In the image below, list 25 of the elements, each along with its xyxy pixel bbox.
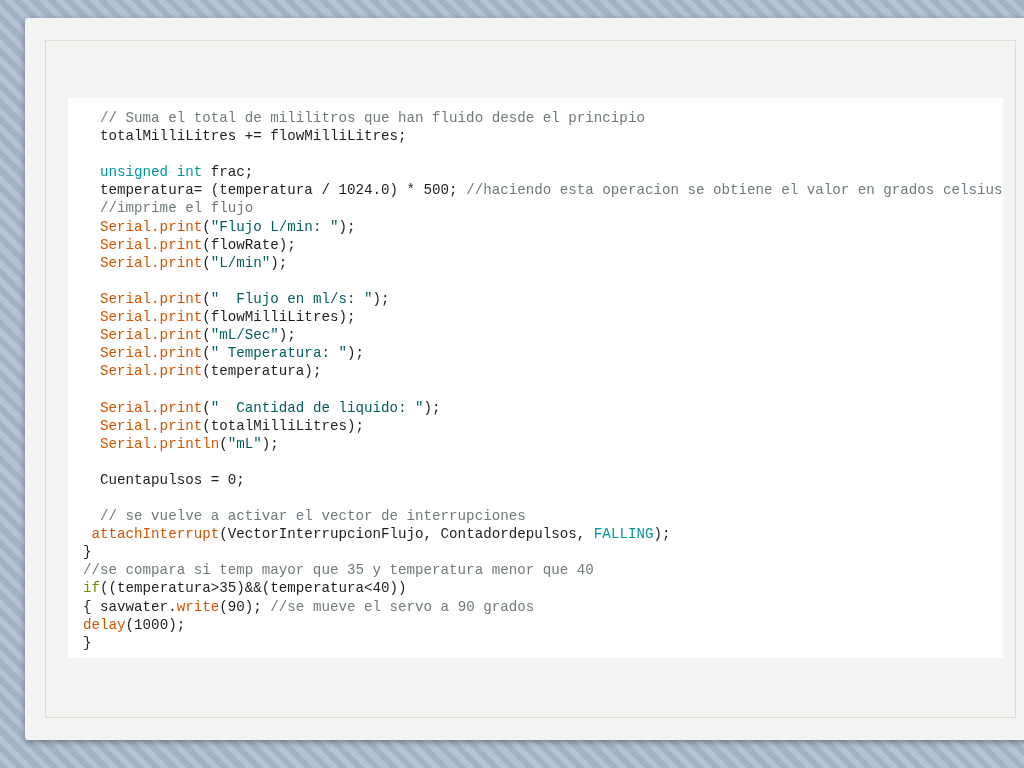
code-line: Cuentapulsos = 0; [99, 470, 246, 489]
code-line: Serial.print(" Cantidad de liquido: "); [99, 398, 442, 417]
code-line: Serial.print(flowRate); [99, 235, 297, 254]
code-line: //imprime el flujo [99, 199, 255, 218]
code-line: //se compara si temp mayor que 35 y temperatura menor que 40 [83, 561, 595, 580]
code-line: Serial.print(" Flujo en ml/s: "); [99, 289, 391, 309]
code-line: temperatura= (temperatura / 1024.0) * 500; //haciendo esta operacion se obtiene el valor en grados celsius [99, 181, 1003, 200]
code-line: Serial.print("L/min"); [99, 253, 289, 272]
code-line: delay(1000); [83, 615, 187, 634]
code-line: // Suma el total de mililitros que han fluido desde el principio [99, 109, 646, 128]
code-line: Serial.print(temperatura); [99, 362, 323, 381]
code-line: { savwater.write(90); //se mueve el servo a 90 grados [83, 597, 536, 616]
code-line: Serial.print("Flujo L/min: "); [99, 217, 357, 236]
code-line: totalMilliLitres += flowMilliLitres; [99, 127, 408, 146]
code-line: // se vuelve a activar el vector de interrupciones [99, 507, 527, 526]
code-line: Serial.println("mL"); [99, 434, 280, 453]
code-line: Serial.print(" Temperatura: "); [99, 344, 365, 363]
code-line: } [83, 633, 93, 652]
code-line: unsigned int frac; [99, 163, 255, 182]
code-line: if((temperatura>35)&&(temperatura<40)) [83, 579, 408, 598]
code-line: } [83, 543, 93, 562]
code-line: Serial.print(totalMilliLitres); [99, 416, 365, 435]
code-line: attachInterrupt(VectorInterrupcionFlujo, Contadordepulsos, FALLING); [90, 525, 672, 544]
code-line: Serial.print("mL/Sec"); [99, 326, 297, 345]
code-line: Serial.print(flowMilliLitres); [99, 308, 357, 327]
